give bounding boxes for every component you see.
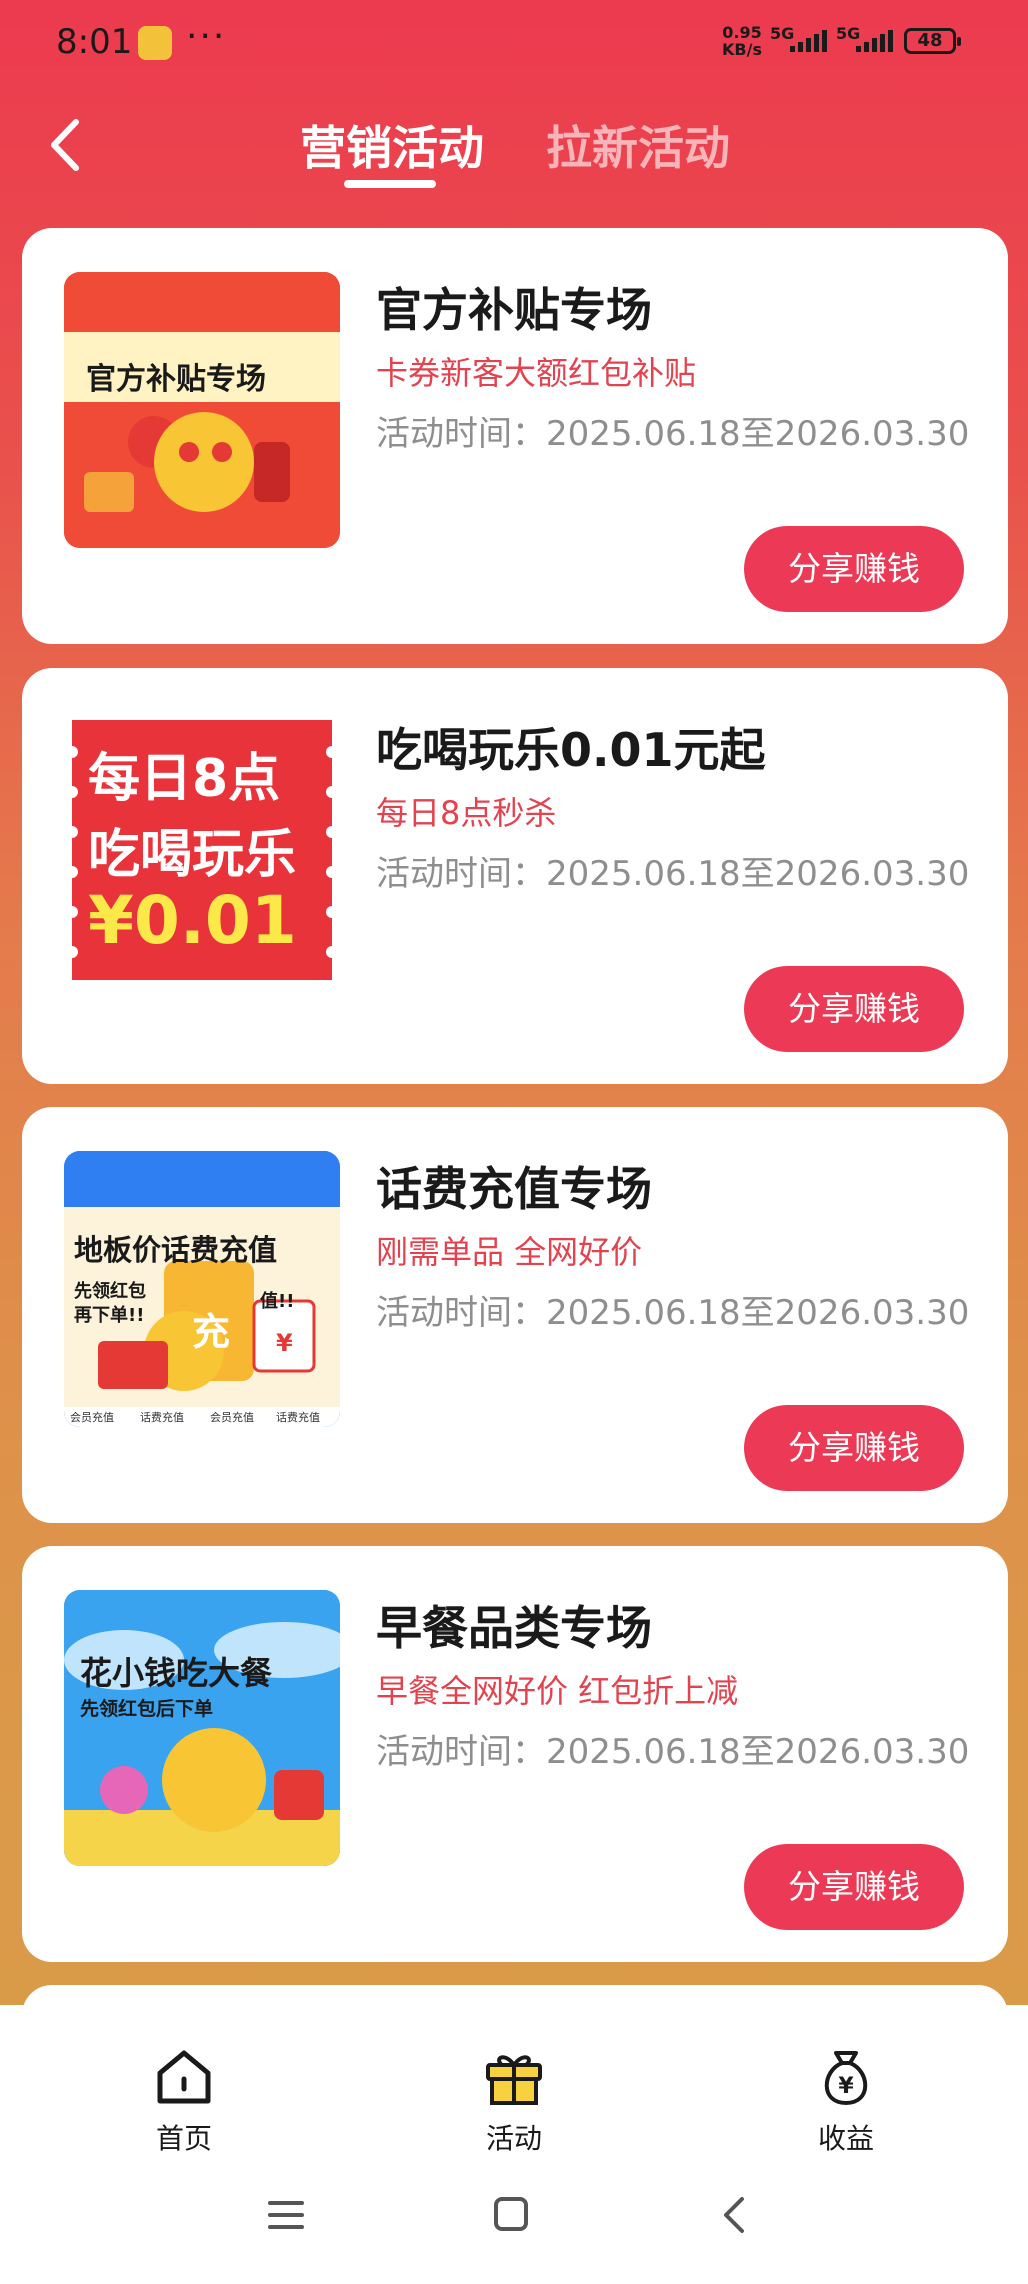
activity-thumbnail: 地板价话费充值 先领红包 再下单!! 充 值!! ¥ 会员充值 话费充值 会员充… bbox=[64, 1151, 340, 1427]
system-menu-button[interactable] bbox=[256, 2185, 316, 2245]
activity-time: 活动时间：2025.06.18至2026.03.30 bbox=[376, 414, 970, 454]
thumb-text: 地板价话费充值 bbox=[74, 1233, 278, 1267]
gift-icon bbox=[486, 2055, 542, 2105]
home-icon bbox=[157, 2050, 211, 2104]
network-speed-value: 0.95 bbox=[722, 23, 762, 42]
activity-card: 官方补贴专场 官方补贴专场 卡券新客大额红包补贴 活动时间：2025.06.18… bbox=[22, 228, 1008, 644]
nav-activity-label: 活动 bbox=[485, 2122, 542, 2155]
activity-thumbnail: 花小钱吃大餐 先领红包后下单 bbox=[64, 1590, 340, 1866]
more-notifications-icon: ··· bbox=[186, 16, 227, 57]
square-icon bbox=[494, 2197, 528, 2231]
nav-home-label: 首页 bbox=[155, 2122, 212, 2155]
thumb-text: 再下单!! bbox=[74, 1305, 145, 1326]
activity-title: 官方补贴专场 bbox=[376, 283, 652, 337]
share-earn-button[interactable]: 分享赚钱 bbox=[744, 526, 964, 612]
network-speed: 0.95 KB/s bbox=[722, 24, 762, 58]
share-earn-button[interactable]: 分享赚钱 bbox=[744, 1844, 964, 1930]
network-speed-unit: KB/s bbox=[722, 40, 762, 59]
share-earn-button[interactable]: 分享赚钱 bbox=[744, 1405, 964, 1491]
thumb-text: ¥0.01 bbox=[88, 882, 297, 959]
thumb-text: 值!! bbox=[260, 1291, 295, 1312]
breakfast-banner-image bbox=[64, 1590, 340, 1866]
menu-icon bbox=[268, 2201, 304, 2229]
thumb-text: 话费充值 bbox=[140, 1411, 184, 1424]
nav-home[interactable]: 首页 bbox=[94, 2035, 274, 2155]
thumb-text: 花小钱吃大餐 bbox=[80, 1654, 273, 1692]
activity-subtitle: 每日8点秒杀 bbox=[376, 794, 557, 832]
share-earn-button[interactable]: 分享赚钱 bbox=[744, 966, 964, 1052]
thumb-text: 官方补贴专场 bbox=[86, 362, 266, 397]
tab-new-user[interactable]: 拉新活动 bbox=[546, 112, 730, 178]
activity-card: 每日8点 吃喝玩乐 ¥0.01 吃喝玩乐0.01元起 每日8点秒杀 活动时间：2… bbox=[22, 668, 1008, 1084]
thumb-text: 会员充值 bbox=[70, 1411, 114, 1424]
activity-time: 活动时间：2025.06.18至2026.03.30 bbox=[376, 1293, 970, 1333]
activity-subtitle: 早餐全网好价 红包折上减 bbox=[376, 1672, 739, 1710]
status-bar: 8:01 ··· 0.95 KB/s 5G 5G 48 bbox=[0, 0, 1028, 88]
nav-earnings[interactable]: ¥ 收益 bbox=[756, 2035, 936, 2155]
svg-text:¥: ¥ bbox=[838, 2074, 854, 2099]
activity-card: 花小钱吃大餐 先领红包后下单 早餐品类专场 早餐全网好价 红包折上减 活动时间：… bbox=[22, 1546, 1008, 1962]
subsidy-banner-image bbox=[64, 272, 340, 548]
status-time: 8:01 bbox=[56, 22, 133, 62]
signal-bars-2-icon bbox=[856, 30, 893, 52]
activity-time: 活动时间：2025.06.18至2026.03.30 bbox=[376, 854, 970, 894]
signal-bars-1-icon bbox=[790, 30, 827, 52]
thumb-text: ¥ bbox=[276, 1329, 293, 1357]
thumb-text: 会员充值 bbox=[210, 1411, 254, 1424]
tab-marketing[interactable]: 营销活动 bbox=[300, 112, 484, 178]
thumb-text: 先领红包后下单 bbox=[80, 1698, 214, 1720]
activity-thumbnail: 官方补贴专场 bbox=[64, 272, 340, 548]
thumb-text: 话费充值 bbox=[276, 1411, 320, 1424]
bottom-tab-bar: 首页 活动 ¥ 收益 bbox=[0, 2005, 1028, 2284]
activity-time: 活动时间：2025.06.18至2026.03.30 bbox=[376, 1732, 970, 1772]
activity-title: 吃喝玩乐0.01元起 bbox=[376, 723, 766, 777]
thumb-text: 先领红包 bbox=[74, 1281, 146, 1302]
nav-activity[interactable]: 活动 bbox=[424, 2035, 604, 2155]
nav-earnings-label: 收益 bbox=[817, 2122, 874, 2155]
money-bag-icon: ¥ bbox=[824, 2051, 868, 2106]
activity-thumbnail: 每日8点 吃喝玩乐 ¥0.01 bbox=[64, 712, 340, 988]
chevron-left-icon bbox=[724, 2197, 744, 2233]
system-back-button[interactable] bbox=[706, 2185, 766, 2245]
thumb-text: 每日8点 bbox=[88, 749, 281, 809]
active-tab-indicator bbox=[344, 180, 436, 188]
chevron-left-icon bbox=[51, 119, 79, 171]
system-home-button[interactable] bbox=[480, 2185, 540, 2245]
activity-subtitle: 卡券新客大额红包补贴 bbox=[376, 354, 697, 392]
thumb-text: 充 bbox=[192, 1310, 231, 1354]
activity-title: 话费充值专场 bbox=[376, 1162, 652, 1216]
battery-icon: 48 bbox=[904, 28, 961, 54]
thumb-text: 吃喝玩乐 bbox=[88, 825, 297, 885]
activity-title: 早餐品类专场 bbox=[376, 1601, 652, 1655]
app-notification-icon bbox=[138, 26, 172, 60]
activity-subtitle: 刚需单品 全网好价 bbox=[376, 1233, 643, 1271]
activity-card: 地板价话费充值 先领红包 再下单!! 充 值!! ¥ 会员充值 话费充值 会员充… bbox=[22, 1107, 1008, 1523]
back-button[interactable] bbox=[38, 110, 98, 180]
